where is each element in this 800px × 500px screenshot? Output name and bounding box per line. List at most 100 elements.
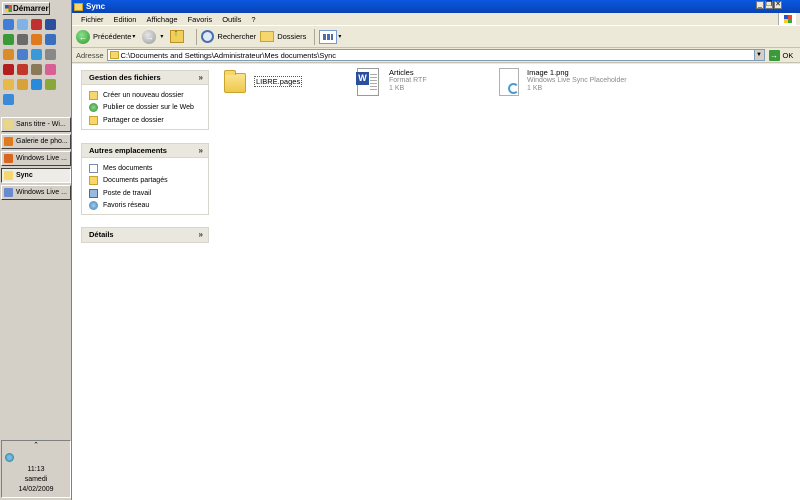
- network-places-icon: [89, 201, 98, 211]
- expand-chevron-icon[interactable]: »: [199, 228, 203, 242]
- sync-placeholder-icon: [499, 68, 519, 96]
- my-documents-icon: [89, 163, 98, 173]
- shared-documents-label: Documents partagés: [103, 177, 168, 185]
- forward-button[interactable]: → ▾: [142, 29, 166, 44]
- folder-icon[interactable]: [3, 79, 14, 90]
- folders-label: Dossiers: [277, 32, 307, 41]
- taskbar-button[interactable]: Windows Live ...: [1, 185, 71, 200]
- address-bar: Adresse C:\Documents and Settings\Admini…: [72, 48, 800, 63]
- globe-icon[interactable]: [3, 34, 14, 45]
- bulb-icon[interactable]: [17, 19, 28, 30]
- file-item-image-png[interactable]: Image 1.png Windows Live Sync Placeholde…: [499, 68, 627, 96]
- title-bar[interactable]: Sync: [72, 0, 800, 13]
- publish-web-icon: [89, 103, 98, 113]
- folders-button[interactable]: Dossiers: [260, 31, 306, 42]
- task-buttons: Sans titre - Wi... Galerie de pho... Windo…: [1, 117, 71, 202]
- search-button[interactable]: Rechercher: [201, 30, 256, 43]
- shared-documents-link[interactable]: Documents partagés: [89, 175, 208, 188]
- restore-button[interactable]: ❐: [765, 1, 773, 9]
- menu-tools[interactable]: Outils: [217, 15, 246, 24]
- my-documents-label: Mes documents: [103, 164, 153, 172]
- close-button[interactable]: ✕: [774, 1, 782, 9]
- internet-explorer-icon[interactable]: [3, 19, 14, 30]
- my-documents-link[interactable]: Mes documents: [89, 162, 208, 175]
- search-label: Rechercher: [217, 32, 257, 41]
- toolbar-separator: [314, 28, 316, 45]
- taskbar-button[interactable]: Sans titre - Wi...: [1, 117, 71, 132]
- notepad-icon: [4, 120, 13, 129]
- flash-icon[interactable]: [3, 64, 14, 75]
- taskbar-button[interactable]: Galerie de pho...: [1, 134, 71, 149]
- photo-icon[interactable]: [3, 49, 14, 60]
- system-tray: ⌃ 11:13 samedi 14/02/2009: [1, 440, 71, 498]
- menu-file[interactable]: Fichier: [76, 15, 109, 24]
- movie-icon[interactable]: [17, 49, 28, 60]
- file-type: Format RTF: [389, 77, 427, 84]
- file-item-articles[interactable]: W Articles Format RTF 1 KB: [356, 68, 427, 96]
- menu-favorites[interactable]: Favoris: [183, 15, 218, 24]
- my-computer-label: Poste de travail: [103, 189, 152, 197]
- taskbar-button[interactable]: Windows Live ...: [1, 151, 71, 166]
- windows-flag-icon: [5, 5, 12, 12]
- address-input[interactable]: C:\Documents and Settings\Administrateur…: [106, 49, 765, 61]
- mail-icon[interactable]: [45, 34, 56, 45]
- forward-dropdown-icon[interactable]: ▾: [160, 33, 163, 40]
- word-icon[interactable]: [45, 19, 56, 30]
- publish-web-link[interactable]: Publier ce dossier sur le Web: [89, 102, 208, 115]
- collapse-chevron-icon[interactable]: »: [199, 71, 203, 85]
- back-dropdown-icon[interactable]: ▾: [132, 33, 135, 40]
- views-icon: [319, 29, 338, 44]
- file-item-libre-pages[interactable]: LIBRE.pages: [224, 70, 303, 93]
- new-folder-link[interactable]: Créer un nouveau dossier: [89, 89, 208, 102]
- my-computer-link[interactable]: Poste de travail: [89, 187, 208, 200]
- tools-icon[interactable]: [17, 79, 28, 90]
- back-button[interactable]: ← Précédente ▾: [76, 29, 138, 44]
- shared-documents-icon: [89, 176, 98, 186]
- camera-icon[interactable]: [17, 34, 28, 45]
- file-tasks-header[interactable]: Gestion des fichiers »: [82, 71, 208, 85]
- pencil-icon[interactable]: [31, 79, 42, 90]
- pen-icon[interactable]: [31, 19, 42, 30]
- menu-help[interactable]: ?: [246, 15, 260, 24]
- share-folder-label: Partager ce dossier: [103, 116, 164, 124]
- go-button[interactable]: → OK: [768, 49, 793, 61]
- new-folder-icon: [89, 90, 98, 100]
- views-dropdown-icon[interactable]: ▾: [338, 33, 341, 40]
- start-button[interactable]: Démarrer: [2, 2, 50, 15]
- taskbar-button[interactable]: Sync: [1, 168, 71, 183]
- taskbar-button-label: Windows Live ...: [16, 189, 67, 196]
- tray-expand-button[interactable]: ⌃: [2, 441, 70, 451]
- go-arrow-icon: →: [768, 49, 780, 61]
- share-folder-link[interactable]: Partager ce dossier: [89, 114, 208, 127]
- sync-icon[interactable]: [3, 94, 14, 105]
- refresh-icon[interactable]: [31, 49, 42, 60]
- calculator-icon[interactable]: [45, 49, 56, 60]
- task-pane: Gestion des fichiers » Créer un nouveau …: [72, 64, 216, 500]
- feather-icon[interactable]: [45, 79, 56, 90]
- clock-time: 11:13: [27, 466, 45, 473]
- up-folder-button[interactable]: [170, 28, 188, 43]
- back-arrow-icon: ←: [76, 29, 90, 44]
- file-name: Articles: [389, 68, 414, 77]
- other-places-panel: Autres emplacements » Mes documents Docu…: [81, 143, 209, 215]
- details-panel: Détails »: [81, 227, 209, 243]
- folder-icon: [109, 51, 119, 59]
- address-dropdown-button[interactable]: ▼: [753, 50, 764, 60]
- gimp-icon[interactable]: [31, 64, 42, 75]
- firefox-icon[interactable]: [31, 34, 42, 45]
- file-list: LIBRE.pages W Articles Format RTF 1 KB I…: [216, 64, 800, 500]
- paint-icon[interactable]: [45, 64, 56, 75]
- other-places-header[interactable]: Autres emplacements »: [82, 144, 208, 158]
- menu-edit[interactable]: Edition: [109, 15, 142, 24]
- details-header[interactable]: Détails »: [82, 228, 208, 242]
- views-button[interactable]: ▾: [319, 29, 344, 44]
- minimize-button[interactable]: _: [756, 1, 764, 9]
- network-places-link[interactable]: Favoris réseau: [89, 200, 208, 213]
- clock-day: samedi: [24, 476, 48, 483]
- folder-icon: [4, 171, 13, 180]
- pdf-icon[interactable]: [17, 64, 28, 75]
- sync-tray-icon[interactable]: [5, 453, 14, 462]
- menu-view[interactable]: Affichage: [141, 15, 182, 24]
- collapse-chevron-icon[interactable]: »: [199, 144, 203, 158]
- start-label: Démarrer: [13, 4, 49, 13]
